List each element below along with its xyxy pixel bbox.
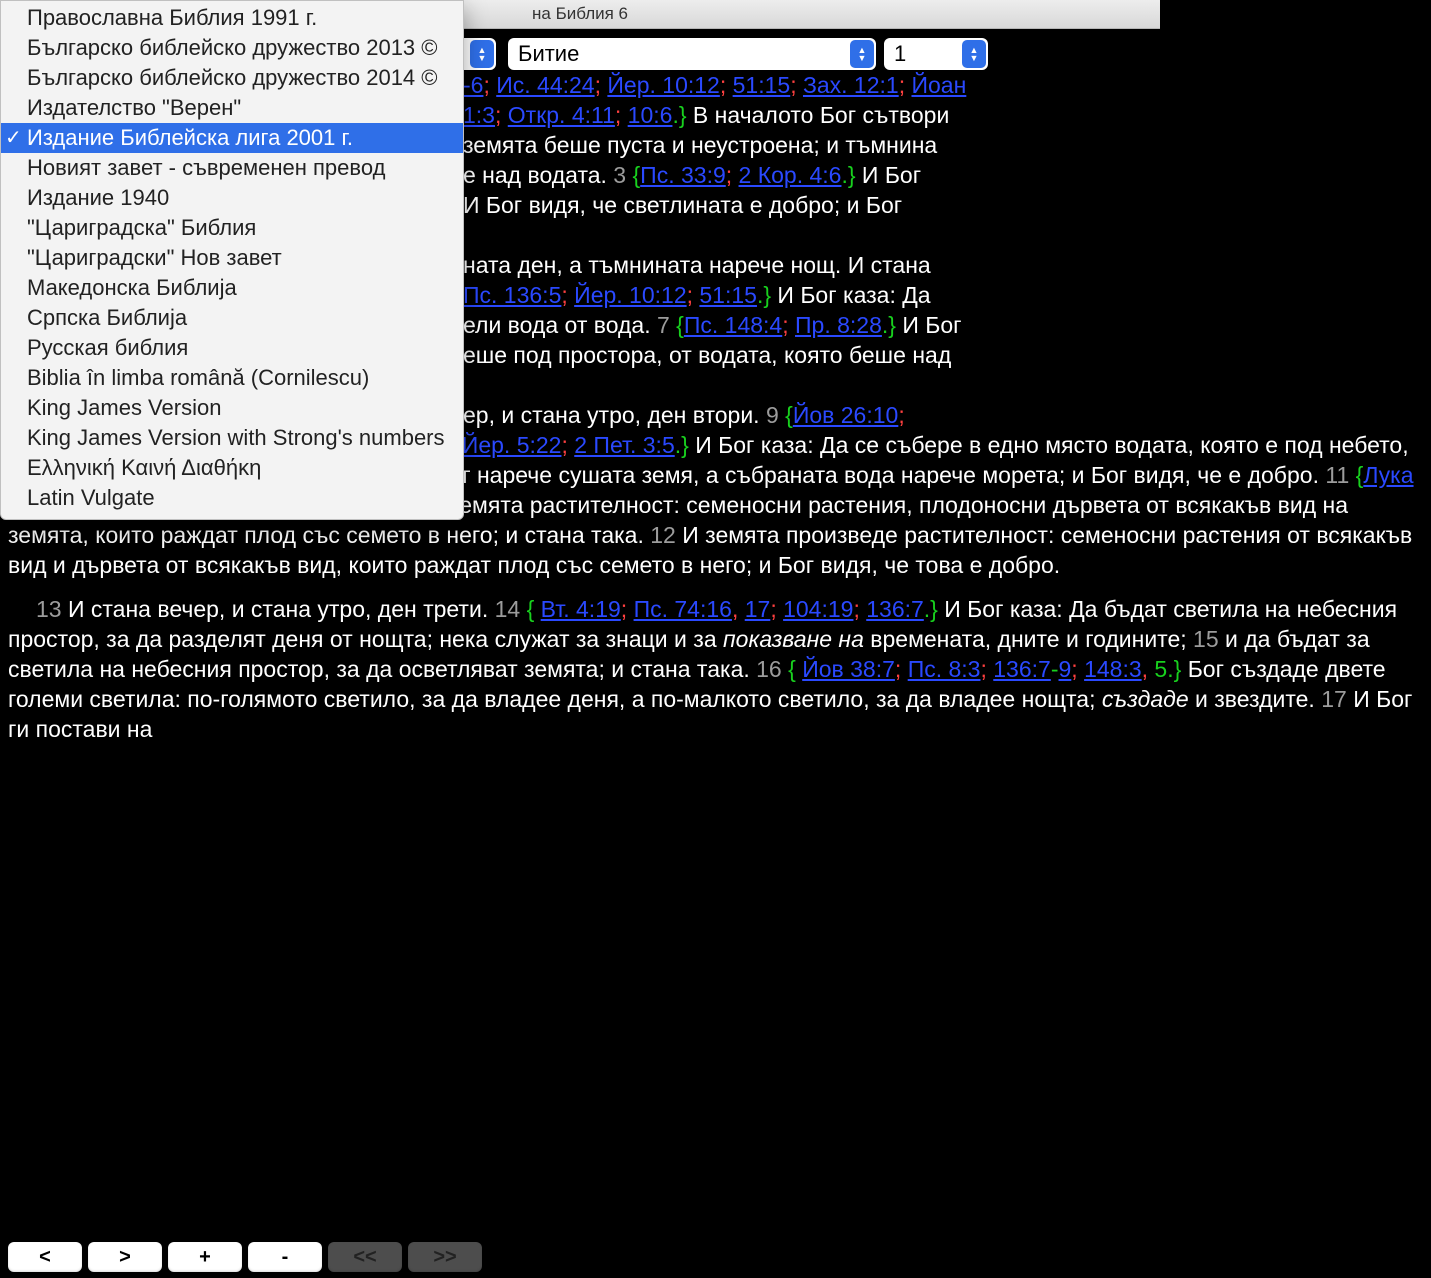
cross-ref[interactable]: Зах. 12:1: [803, 72, 899, 98]
verse-number: 3: [613, 162, 626, 188]
version-option[interactable]: Новият завет - съвременен превод: [1, 153, 463, 183]
verse-text: ер, и стана утро, ден втори.: [463, 402, 766, 428]
cross-ref[interactable]: Йоан: [911, 72, 966, 98]
verse-text: е над водата.: [463, 162, 613, 188]
cross-ref[interactable]: Пс. 33:9: [640, 162, 726, 188]
verse-text: ната ден, а тъмнината нарече нощ. И стан…: [463, 252, 931, 278]
version-option[interactable]: Ελληνική Καινή Διαθήκη: [1, 453, 463, 483]
cross-ref[interactable]: 9: [1059, 656, 1072, 682]
verse-text: И Бог: [862, 162, 921, 188]
cross-ref[interactable]: -6: [463, 72, 483, 98]
cross-ref[interactable]: 1:3: [463, 102, 495, 128]
chapter-select[interactable]: 1 ▲▼: [884, 38, 988, 70]
next-button[interactable]: >: [88, 1242, 162, 1272]
cross-ref[interactable]: Пс. 8:3: [908, 656, 981, 682]
version-option[interactable]: Издателство "Верен": [1, 93, 463, 123]
fast-prev-button: <<: [328, 1242, 402, 1272]
prev-button[interactable]: <: [8, 1242, 82, 1272]
verse-number: 17: [1321, 686, 1347, 712]
chevron-updown-icon: ▲▼: [850, 40, 874, 68]
cross-ref[interactable]: Йер. 10:12: [574, 282, 686, 308]
verse-text-italic: показване на: [723, 626, 864, 652]
verse-number: 12: [650, 522, 676, 548]
verse-text: В началото Бог сътвори: [693, 102, 949, 128]
cross-ref[interactable]: Пс. 136:5: [463, 282, 561, 308]
cross-ref[interactable]: 148:3: [1084, 656, 1142, 682]
version-option[interactable]: "Цариградска" Библия: [1, 213, 463, 243]
cross-ref[interactable]: Пс. 148:4: [684, 312, 782, 338]
verse-text: ели вода от вода.: [463, 312, 657, 338]
verse-text: земята беше пуста и неустроена; и тъмнин…: [463, 132, 937, 158]
version-option[interactable]: Издание Библейска лига 2001 г.: [1, 123, 463, 153]
verse-number: 7: [657, 312, 670, 338]
fast-next-button: >>: [408, 1242, 482, 1272]
cross-ref[interactable]: Пр. 8:28: [795, 312, 882, 338]
cross-ref[interactable]: 104:19: [783, 596, 853, 622]
cross-ref[interactable]: Откр. 4:11: [508, 102, 615, 128]
cross-ref[interactable]: 51:15: [699, 282, 757, 308]
chevron-updown-icon: ▲▼: [470, 40, 494, 68]
cross-ref[interactable]: Ис. 44:24: [496, 72, 594, 98]
verse-text: времената, дните и годините;: [870, 626, 1193, 652]
book-select[interactable]: Битие ▲▼: [508, 38, 876, 70]
chapter-select-value: 1: [894, 41, 906, 67]
version-option[interactable]: Българско библейско дружество 2013 ©: [1, 33, 463, 63]
verse-number: 11: [1325, 462, 1349, 488]
version-dropdown[interactable]: Православна Библия 1991 г.Българско библ…: [0, 0, 464, 520]
verse-text: еше под простора, от водата, която беше …: [463, 342, 951, 368]
verse-number: 16: [756, 656, 782, 682]
cross-ref[interactable]: Йер. 5:22: [462, 432, 562, 458]
verse-number: 13: [36, 596, 62, 622]
chevron-updown-icon: ▲▼: [962, 40, 986, 68]
cross-ref[interactable]: 2 Пет. 3:5: [574, 432, 674, 458]
window-title: на Библия 6: [532, 4, 628, 23]
cross-ref[interactable]: 136:7: [993, 656, 1051, 682]
version-option[interactable]: King James Version with Strong's numbers: [1, 423, 463, 453]
cross-ref[interactable]: Йер. 10:12: [607, 72, 719, 98]
zoom-out-button[interactable]: -: [248, 1242, 322, 1272]
cross-ref[interactable]: Йов 26:10: [793, 402, 899, 428]
cross-ref[interactable]: Йов 38:7: [802, 656, 895, 682]
cross-ref[interactable]: Вт. 4:19: [541, 596, 621, 622]
version-option[interactable]: Македонска Библија: [1, 273, 463, 303]
cross-ref[interactable]: 5: [1154, 656, 1167, 682]
version-option[interactable]: Издание 1940: [1, 183, 463, 213]
cross-ref[interactable]: 51:15: [733, 72, 791, 98]
version-option[interactable]: King James Version: [1, 393, 463, 423]
nav-buttons: < > + - << >>: [8, 1242, 482, 1272]
verse-text: и звездите.: [1195, 686, 1321, 712]
verse-number: 14: [495, 596, 521, 622]
version-option[interactable]: Latin Vulgate: [1, 483, 463, 513]
verse-number: 9: [766, 402, 779, 428]
version-option[interactable]: Българско библейско дружество 2014 ©: [1, 63, 463, 93]
verse-text: И Бог видя, че светлината е добро; и Бог: [463, 192, 902, 218]
book-select-value: Битие: [518, 41, 579, 67]
verse-number: 15: [1193, 626, 1219, 652]
version-option[interactable]: Русская библия: [1, 333, 463, 363]
cross-ref[interactable]: 2 Кор. 4:6: [739, 162, 842, 188]
cross-ref[interactable]: Пс. 74:16: [634, 596, 732, 622]
verse-text: И Бог нарече сушата земя, а събраната во…: [411, 462, 1325, 488]
version-option[interactable]: Православна Библия 1991 г.: [1, 3, 463, 33]
verse-text-italic: създаде: [1102, 686, 1189, 712]
version-option[interactable]: Српска Библија: [1, 303, 463, 333]
cross-ref[interactable]: 17: [745, 596, 771, 622]
verse-text: И Бог каза: Да: [777, 282, 930, 308]
cross-ref[interactable]: 136:7: [866, 596, 924, 622]
verse-text: И стана вечер, и стана утро, ден трети.: [68, 596, 495, 622]
cross-ref[interactable]: 10:6: [628, 102, 673, 128]
zoom-in-button[interactable]: +: [168, 1242, 242, 1272]
version-option[interactable]: "Цариградски" Нов завет: [1, 243, 463, 273]
verse-text: И Бог: [902, 312, 961, 338]
version-option[interactable]: Biblia în limba română (Cornilescu): [1, 363, 463, 393]
